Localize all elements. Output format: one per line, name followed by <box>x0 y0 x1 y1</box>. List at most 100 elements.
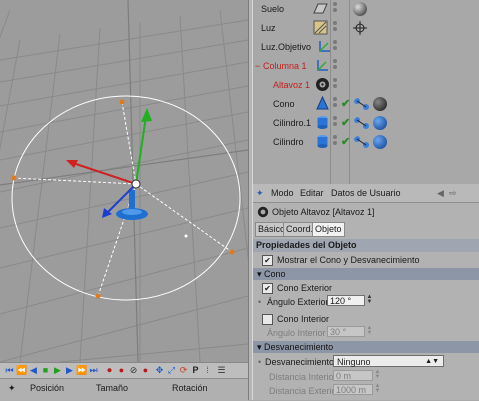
viewport-canvas[interactable] <box>0 0 248 362</box>
attribute-manager-icon: ✦ <box>256 188 264 198</box>
expand-toggle[interactable]: − <box>255 61 260 71</box>
cone-icon <box>316 96 329 110</box>
falloff-dropdown[interactable]: Ninguno ▲▼ <box>333 355 444 367</box>
coordinates-header: ✦ Posición Tamaño Rotación <box>0 378 248 401</box>
visibility-dots[interactable] <box>333 21 339 33</box>
material-tag-icon[interactable] <box>373 135 387 149</box>
subsection-cone-label: Cono <box>264 269 286 279</box>
cone-handle-left[interactable] <box>11 175 17 181</box>
animate-dot-icon[interactable]: • <box>258 297 261 307</box>
auto-key-icon[interactable]: ● <box>116 365 127 376</box>
menu-user-data[interactable]: Datos de Usuario <box>331 188 401 198</box>
next-key-icon[interactable]: ⏩ <box>76 365 87 376</box>
object-row[interactable]: Cilindro.1 ✔ <box>253 114 479 133</box>
step-forward-icon[interactable]: ▶ <box>64 365 75 376</box>
visibility-dots[interactable] <box>333 59 339 71</box>
subsection-falloff-label: Desvanecimiento <box>264 342 334 352</box>
object-row[interactable]: Cilindro ✔ <box>253 133 479 152</box>
cylinder-icon <box>317 116 328 129</box>
scale-key-icon[interactable]: ⤢ <box>166 365 177 376</box>
speaker-cone-gizmo[interactable] <box>11 95 241 301</box>
material-tag-icon[interactable] <box>373 97 387 111</box>
object-name: Cono <box>273 99 295 109</box>
object-row[interactable]: Cono ✔ <box>253 95 479 114</box>
visibility-dots[interactable] <box>333 78 339 90</box>
forward-arrow-icon[interactable]: ⇨ <box>449 188 457 199</box>
object-name: Columna 1 <box>263 61 307 71</box>
animate-dot-icon[interactable]: • <box>258 357 261 367</box>
object-row-selected[interactable]: − Columna 1 <box>253 57 479 76</box>
enabled-check-icon[interactable]: ✔ <box>341 97 350 110</box>
menu-mode[interactable]: Modo <box>271 188 294 198</box>
light-icon <box>313 20 328 35</box>
rotation-key-icon[interactable]: ⟳ <box>178 365 189 376</box>
outer-angle-stepper[interactable]: ▲ ▼ <box>366 294 373 306</box>
back-arrow-icon[interactable]: ◀ <box>437 188 444 199</box>
object-row[interactable]: Suelo <box>253 0 479 19</box>
object-row-selected[interactable]: Altavoz 1 <box>253 76 479 95</box>
go-to-end-icon[interactable]: ⏭ <box>88 365 99 376</box>
cone-handle-top[interactable] <box>119 99 125 105</box>
inner-angle-stepper: ▲ ▼ <box>366 325 373 336</box>
keyframe-selection-icon[interactable]: ⊘ <box>128 365 139 376</box>
subsection-cone[interactable]: ▾ Cono <box>253 268 479 280</box>
previous-key-icon[interactable]: ⏪ <box>16 365 27 376</box>
menu-edit[interactable]: Editar <box>300 188 324 198</box>
visibility-dots[interactable] <box>333 97 339 109</box>
move-axis-icon[interactable]: ✥ <box>154 365 165 376</box>
object-name: Luz <box>261 23 276 33</box>
target-tag-icon[interactable] <box>353 21 367 35</box>
cylinder-icon <box>317 135 328 148</box>
visibility-dots[interactable] <box>333 40 339 52</box>
floor-grid <box>0 9 248 362</box>
enabled-check-icon[interactable]: ✔ <box>341 116 350 129</box>
attribute-manager: ✦ Modo Editar Datos de Usuario ◀ ⇨ Objet… <box>253 184 479 400</box>
position-header: Posición <box>30 383 65 393</box>
object-manager: Suelo Luz Luz.Objetivo − Columna 1 Altav… <box>253 0 479 184</box>
inner-angle-field: 30 ° <box>327 326 365 337</box>
go-to-start-icon[interactable]: ⏮ <box>4 365 15 376</box>
outer-distance-stepper: ▲ ▼ <box>374 383 381 394</box>
coord-menu-icon[interactable]: ✦ <box>8 383 16 394</box>
null-target-icon <box>319 41 330 52</box>
phong-tag-icon[interactable] <box>353 97 371 111</box>
parameter-key-icon[interactable]: P <box>190 365 201 376</box>
position-key-icon[interactable]: ● <box>140 365 151 376</box>
object-row[interactable]: Luz <box>253 19 479 38</box>
play-icon[interactable]: ▶ <box>52 365 63 376</box>
tab-object[interactable]: Objeto <box>312 222 345 237</box>
material-tag-icon[interactable] <box>353 2 367 16</box>
object-name: Luz.Objetivo <box>261 42 312 52</box>
axis-gizmo[interactable] <box>66 108 152 218</box>
subsection-falloff[interactable]: ▾ Desvanecimiento <box>253 341 479 353</box>
3d-viewport[interactable] <box>0 0 248 362</box>
outer-cone-checkbox[interactable]: ✔ <box>262 283 273 294</box>
phong-tag-icon[interactable] <box>353 135 371 149</box>
cone-handle-bottom[interactable] <box>95 293 101 299</box>
outer-angle-label: Ángulo Exterior <box>267 297 329 307</box>
cone-handle-right[interactable] <box>229 249 235 255</box>
null-group-icon <box>317 60 328 71</box>
stop-icon[interactable]: ■ <box>40 365 51 376</box>
outer-angle-field[interactable]: 120 ° <box>327 295 365 306</box>
record-keyframe-icon[interactable]: ⏺ <box>104 365 115 376</box>
inner-cone-label: Cono Interior <box>277 314 330 324</box>
inner-cone-checkbox[interactable] <box>262 314 273 325</box>
visibility-dots[interactable] <box>333 116 339 128</box>
section-object-properties: Propiedades del Objeto <box>253 239 479 252</box>
visibility-dots[interactable] <box>333 135 339 147</box>
speaker-object[interactable] <box>116 190 148 220</box>
collapse-triangle-icon: ▾ <box>257 342 262 352</box>
phong-tag-icon[interactable] <box>353 116 371 130</box>
point-level-icon[interactable]: ⁞ <box>202 365 213 376</box>
material-tag-icon[interactable] <box>373 116 387 130</box>
dropdown-arrow-icon: ▲▼ <box>425 358 439 365</box>
object-row[interactable]: Luz.Objetivo <box>253 38 479 57</box>
timeline-icon[interactable]: ☰ <box>216 365 227 376</box>
object-name: Altavoz 1 <box>273 80 311 90</box>
enabled-check-icon[interactable]: ✔ <box>341 135 350 148</box>
attribute-tabs: Básico Coord. Objeto <box>253 221 479 237</box>
show-cone-checkbox[interactable]: ✔ <box>262 255 273 266</box>
step-back-icon[interactable]: ◀ <box>28 365 39 376</box>
visibility-dots[interactable] <box>333 2 339 14</box>
